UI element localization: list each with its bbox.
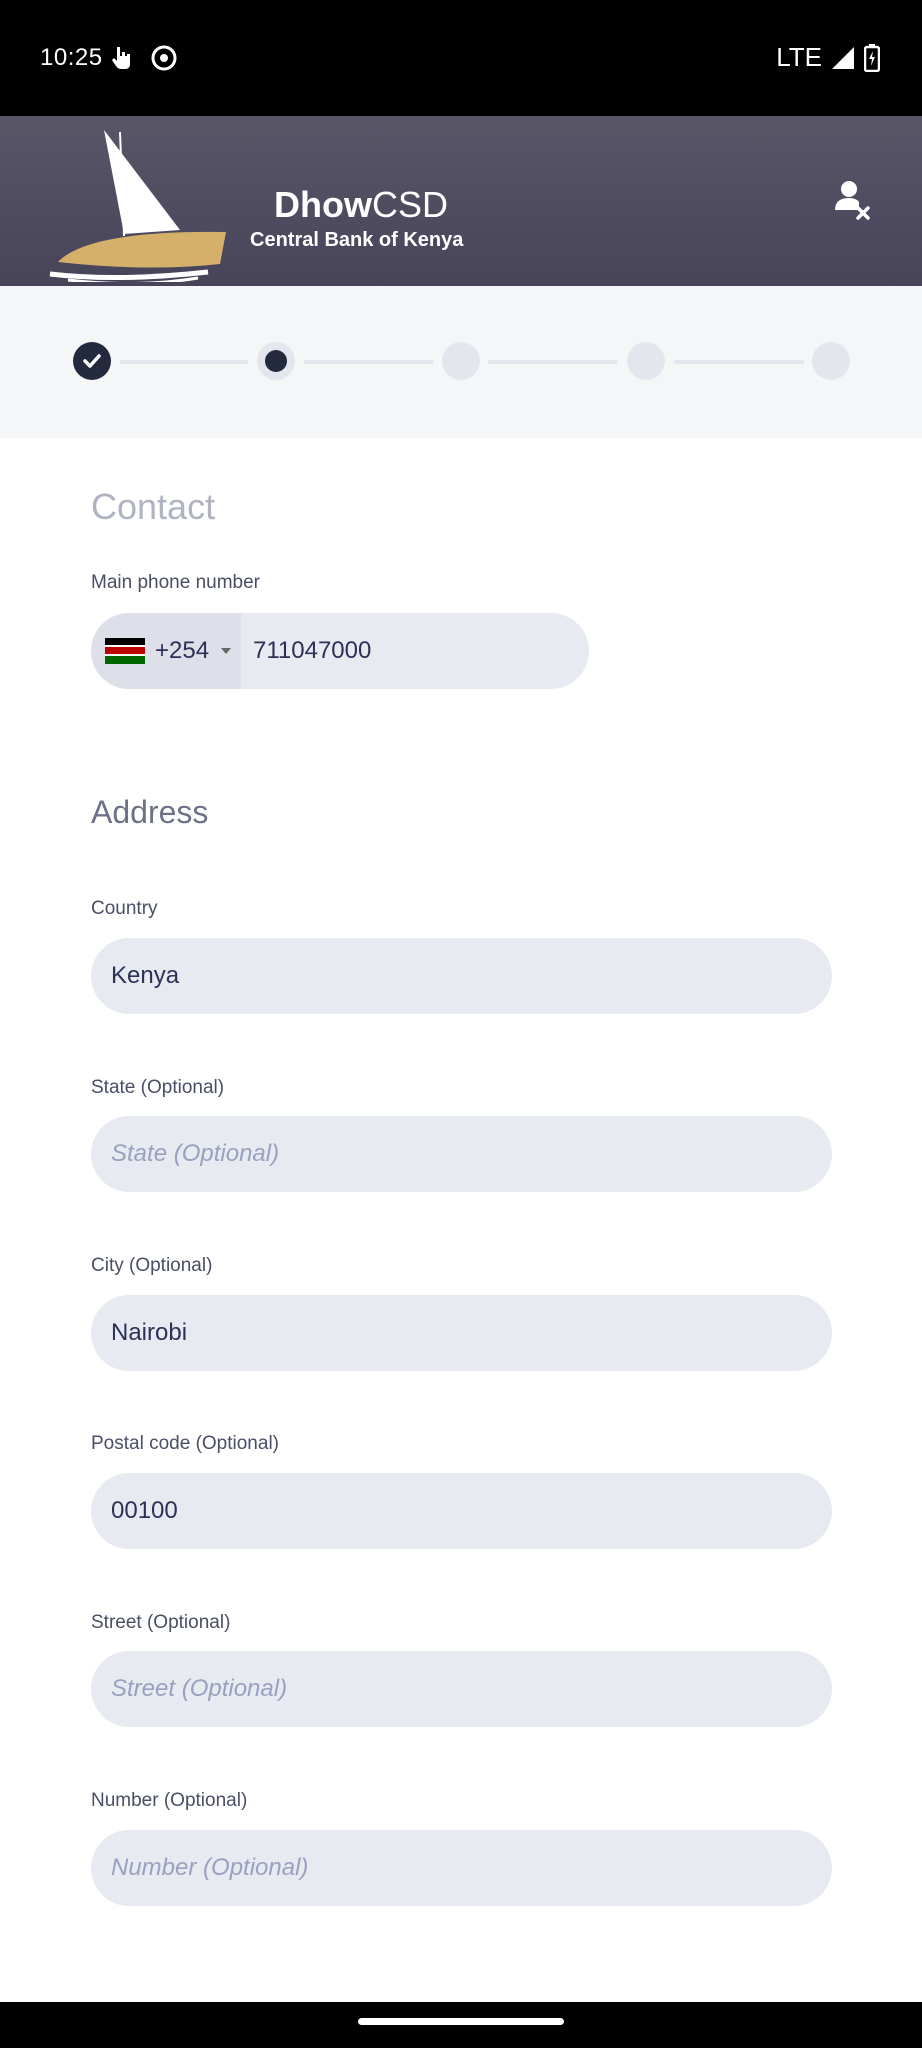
phone-field: +254 xyxy=(91,613,589,689)
step-2-current xyxy=(257,342,295,380)
status-right: LTE xyxy=(776,42,880,73)
street-label: Street (Optional) xyxy=(91,1612,231,1633)
postal-code-label: Postal code (Optional) xyxy=(91,1433,279,1454)
dial-code: +254 xyxy=(155,637,210,664)
phone-input[interactable] xyxy=(241,613,589,689)
dhow-logo-icon xyxy=(49,130,226,282)
status-time: 10:25 xyxy=(40,44,103,71)
step-connector xyxy=(304,360,434,364)
status-bar: 10:25 LTE xyxy=(0,0,922,116)
step-1-completed xyxy=(73,342,111,380)
number-label: Number (Optional) xyxy=(91,1790,248,1811)
address-section-title: Address xyxy=(91,794,209,830)
progress-stepper xyxy=(0,286,922,438)
vpn-icon xyxy=(151,45,177,71)
city-label: City (Optional) xyxy=(91,1255,213,1276)
country-code-select[interactable]: +254 xyxy=(91,613,241,689)
network-label: LTE xyxy=(776,42,822,72)
step-3 xyxy=(442,342,480,380)
number-field[interactable] xyxy=(91,1830,832,1906)
brand-light: CSD xyxy=(371,184,448,225)
city-field[interactable] xyxy=(91,1295,832,1371)
step-connector xyxy=(488,360,618,364)
country-label: Country xyxy=(91,898,158,919)
app-header: DhowCSD Central Bank of Kenya xyxy=(0,116,922,286)
step-connector xyxy=(674,360,804,364)
user-remove-icon[interactable] xyxy=(832,178,872,222)
checkmark-icon xyxy=(83,354,101,368)
signal-icon xyxy=(832,46,854,69)
street-field[interactable] xyxy=(91,1651,832,1727)
postal-code-field[interactable] xyxy=(91,1473,832,1549)
contact-section-title: Contact xyxy=(91,486,216,527)
chevron-down-icon xyxy=(221,648,232,654)
brand-title: DhowCSD xyxy=(274,184,448,226)
step-connector xyxy=(120,360,248,364)
brand-bold: Dhow xyxy=(274,184,372,225)
battery-icon xyxy=(864,43,880,72)
home-indicator[interactable] xyxy=(358,2018,564,2025)
system-nav-bar xyxy=(0,2002,922,2048)
state-field[interactable] xyxy=(91,1116,832,1192)
touch-icon xyxy=(112,47,130,69)
step-5 xyxy=(812,342,850,380)
kenya-flag-icon xyxy=(105,638,145,664)
phone-label: Main phone number xyxy=(91,572,260,593)
country-field[interactable] xyxy=(91,938,832,1014)
brand-subtitle: Central Bank of Kenya xyxy=(250,229,464,251)
state-label: State (Optional) xyxy=(91,1077,225,1098)
step-4 xyxy=(627,342,665,380)
